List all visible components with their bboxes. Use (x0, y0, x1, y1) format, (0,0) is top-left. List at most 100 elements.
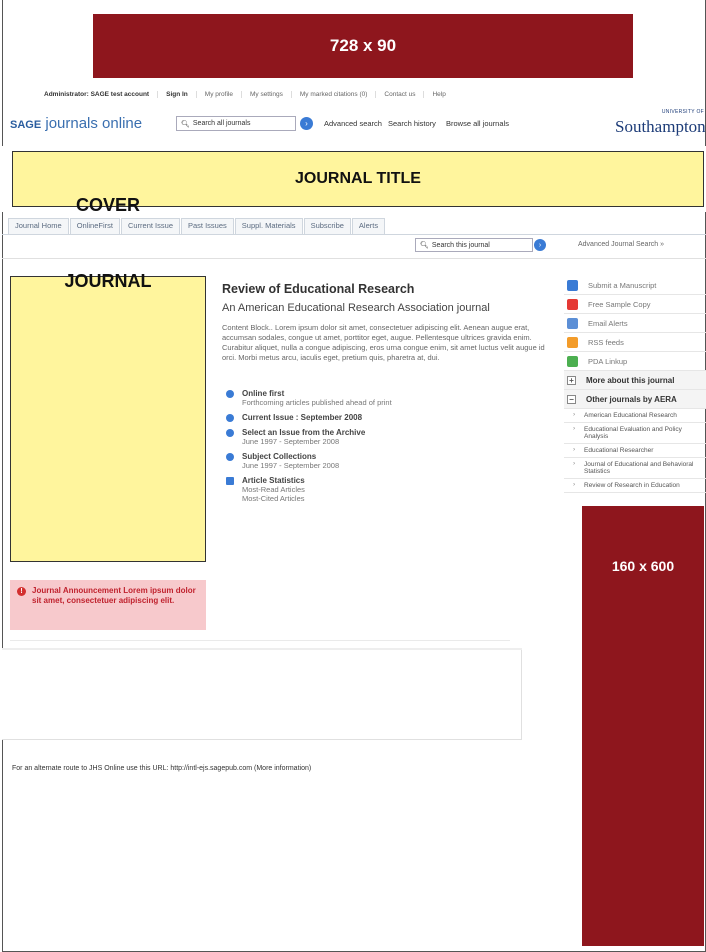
most-read-link[interactable]: Most-Read Articles (242, 485, 557, 494)
empty-content-block (2, 650, 522, 740)
email-icon (567, 317, 578, 329)
journal-link[interactable]: Educational Evaluation and Policy Analys… (564, 423, 706, 444)
content-block: Content Block.. Lorem ipsum dolor sit am… (222, 323, 545, 362)
sidebar-email-alerts[interactable]: Email Alerts (564, 314, 706, 333)
sample-copy-icon (567, 298, 578, 310)
search-history-link[interactable]: Search history (388, 119, 436, 128)
main-content: Review of Educational Research An Americ… (222, 282, 557, 503)
tab-past-issues[interactable]: Past Issues (181, 218, 234, 234)
archive-item[interactable]: Select an Issue from the Archive June 19… (222, 428, 557, 446)
sidebar-rss-feeds[interactable]: RSS feeds (564, 333, 706, 352)
other-journals-label: Other journals by AERA (586, 394, 677, 404)
sidebar-label: Submit a Manuscript (588, 280, 657, 290)
article-statistics-item: Article Statistics Most-Read Articles Mo… (222, 476, 557, 503)
sidebar-submit-manuscript[interactable]: Submit a Manuscript (564, 276, 706, 295)
online-first-sub: Forthcoming articles published ahead of … (242, 398, 392, 407)
side-skyscraper-ad[interactable]: 160 x 600 (582, 506, 704, 946)
journal-cover-placeholder: JOURNAL COVER (10, 195, 206, 562)
subject-collections-item[interactable]: Subject Collections June 1997 - Septembe… (222, 452, 557, 470)
alternate-route-note[interactable]: For an alternate route to JHS Online use… (12, 765, 311, 772)
tab-current-issue[interactable]: Current Issue (120, 218, 180, 234)
archive-title[interactable]: Select an Issue from the Archive (242, 428, 557, 437)
other-journals-list: American Educational Research Educationa… (564, 409, 706, 493)
statistics-icon (226, 477, 234, 485)
search-icon: 🔍︎ (181, 120, 190, 128)
journal-link[interactable]: American Educational Research (564, 409, 706, 423)
journal-search-go-button[interactable]: › (534, 239, 546, 251)
journal-search-placeholder: Search this journal (431, 241, 490, 249)
manuscript-icon (567, 279, 578, 291)
journal-subtitle: An American Educational Research Associa… (222, 302, 490, 314)
util-my-profile[interactable]: My profile (197, 90, 242, 98)
article-statistics-title: Article Statistics (242, 476, 305, 485)
journal-link[interactable]: Review of Research in Education (564, 479, 706, 493)
expand-icon: + (567, 375, 576, 385)
tab-alerts[interactable]: Alerts (351, 218, 386, 234)
site-header: SAGE journals online 🔍︎ Search all journ… (2, 104, 706, 144)
journal-title-text: JOURNAL TITLE (295, 170, 421, 187)
advanced-journal-search-link[interactable]: Advanced Journal Search » (578, 241, 664, 248)
sidebar-free-sample[interactable]: Free Sample Copy (564, 295, 706, 314)
advanced-search-link[interactable]: Advanced search (324, 119, 382, 128)
side-ad-label: 160 x 600 (611, 558, 675, 574)
browse-all-journals-link[interactable]: Browse all journals (446, 119, 509, 128)
journal-link[interactable]: Journal of Educational and Behavioral St… (564, 458, 706, 479)
journal-search-icon: 🔍︎ (420, 242, 429, 249)
online-first-title[interactable]: Online first (242, 389, 557, 398)
university-small-text: UNIVERSITY OF (661, 109, 704, 115)
utility-bar: Administrator: SAGE test account Sign In… (36, 87, 576, 101)
sidebar-label: PDA Linkup (588, 356, 628, 366)
tab-divider (2, 234, 706, 235)
rss-icon (567, 336, 578, 348)
subject-collections-icon (226, 453, 234, 461)
university-logo[interactable]: UNIVERSITY OF Southampton (615, 109, 706, 139)
journal-name: Review of Educational Research (222, 282, 415, 296)
util-my-settings[interactable]: My settings (242, 90, 292, 98)
logo-journals-text: journals online (45, 115, 143, 132)
subject-collections-title[interactable]: Subject Collections (242, 452, 557, 461)
announcement-icon: ! (17, 587, 26, 596)
archive-range: June 1997 - September 2008 (242, 437, 340, 446)
journal-search-input[interactable]: 🔍︎ Search this journal (415, 238, 533, 252)
util-admin: Administrator: SAGE test account (36, 90, 159, 98)
right-sidebar: Submit a Manuscript Free Sample Copy Ema… (564, 276, 706, 493)
announcement-text: Journal Announcement Lorem ipsum dolor s… (32, 586, 196, 605)
util-marked-citations[interactable]: My marked citations (0) (292, 90, 377, 98)
cover-line-1: JOURNAL (64, 271, 152, 291)
archive-icon (226, 429, 234, 437)
more-about-label: More about this journal (586, 375, 675, 385)
journal-link[interactable]: Educational Researcher (564, 444, 706, 458)
online-first-item[interactable]: Online first Forthcoming articles publis… (222, 389, 557, 407)
online-first-icon (226, 390, 234, 398)
current-issue-title[interactable]: Current Issue : September 2008 (242, 413, 557, 422)
sidebar-pda-linkup[interactable]: PDA Linkup (564, 352, 706, 371)
global-search-go-button[interactable]: › (300, 117, 313, 130)
content-divider (10, 640, 510, 641)
tab-subscribe[interactable]: Subscribe (303, 218, 351, 234)
sage-logo[interactable]: SAGE journals online (10, 115, 142, 132)
top-banner-ad[interactable]: 728 x 90 (93, 14, 633, 78)
other-journals-toggle[interactable]: − Other journals by AERA (564, 390, 706, 409)
pda-icon (567, 355, 578, 367)
top-ad-label: 728 x 90 (329, 36, 397, 55)
most-cited-link[interactable]: Most-Cited Articles (242, 494, 557, 503)
tab-onlinefirst[interactable]: OnlineFirst (69, 218, 120, 234)
current-issue-item[interactable]: Current Issue : September 2008 (222, 413, 557, 422)
cover-line-2: COVER (75, 195, 140, 215)
global-search-input[interactable]: 🔍︎ Search all journals (176, 116, 296, 131)
journal-announcement[interactable]: ! Journal Announcement Lorem ipsum dolor… (10, 580, 206, 630)
logo-sage-text: SAGE (10, 119, 42, 131)
journal-tabs: Journal Home OnlineFirst Current Issue P… (8, 218, 386, 234)
subject-collections-range: June 1997 - September 2008 (242, 461, 340, 470)
util-contact-us[interactable]: Contact us (376, 90, 425, 98)
more-about-journal-toggle[interactable]: + More about this journal (564, 371, 706, 390)
util-help[interactable]: Help (424, 91, 453, 98)
tab-journal-home[interactable]: Journal Home (8, 218, 69, 234)
section-divider (2, 258, 706, 259)
sidebar-label: RSS feeds (588, 337, 624, 347)
util-sign-in[interactable]: Sign In (158, 90, 197, 98)
university-name: Southampton (615, 117, 706, 136)
tab-suppl-materials[interactable]: Suppl. Materials (234, 218, 303, 234)
sidebar-label: Free Sample Copy (588, 299, 651, 309)
sidebar-label: Email Alerts (588, 318, 628, 328)
